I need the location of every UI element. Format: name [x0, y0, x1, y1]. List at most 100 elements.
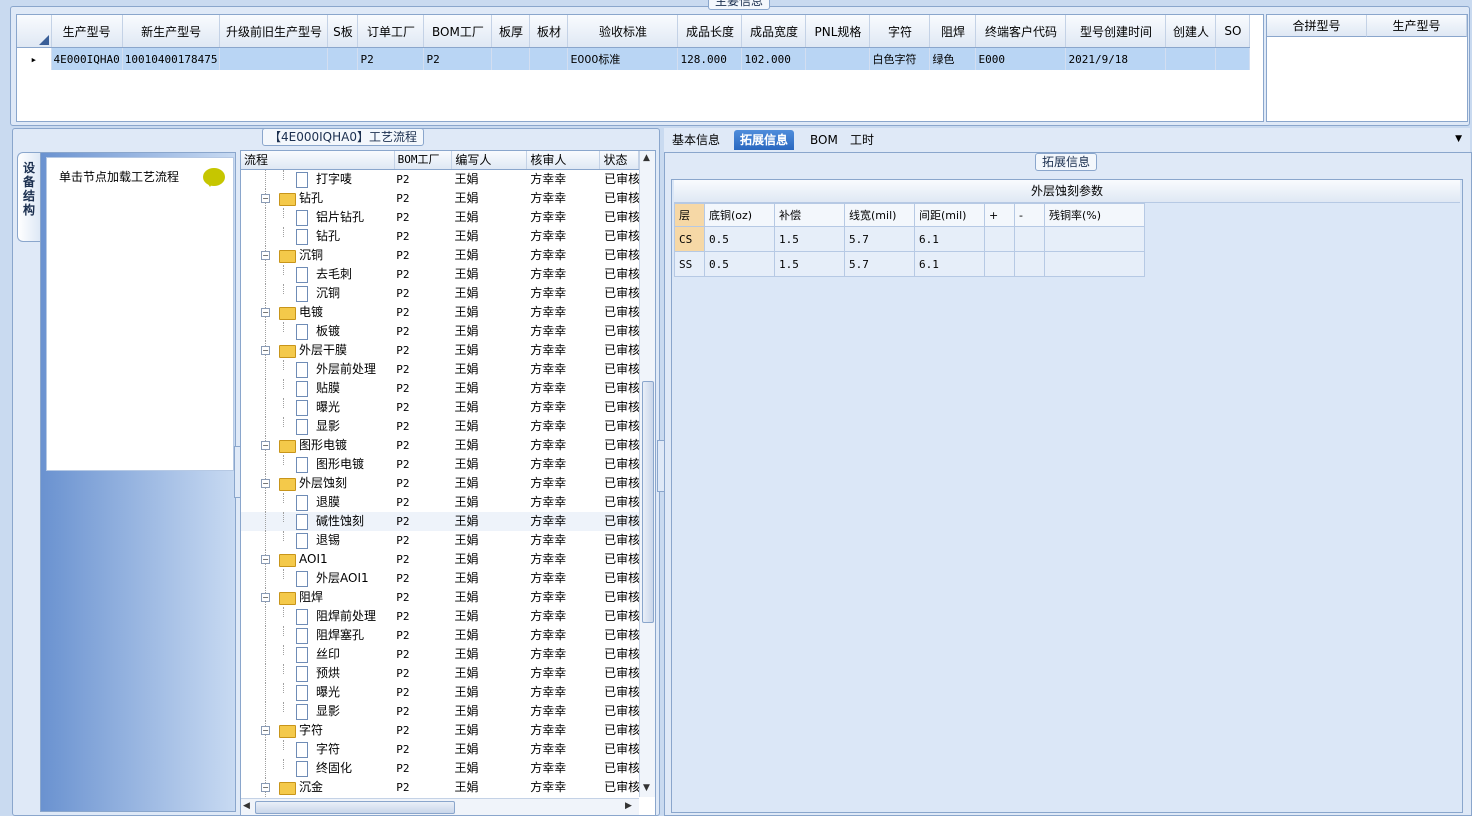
grid-cell[interactable] [327, 47, 359, 70]
tree-row[interactable]: 外层AOI1 P2 王娟 方幸幸 已审核 [241, 569, 639, 588]
param-cell[interactable]: 0.5 [704, 251, 775, 277]
tabs-dropdown-icon[interactable]: ▼ [1455, 134, 1462, 144]
tree-node-cell[interactable]: 板镀 [241, 322, 392, 341]
tree-node-cell[interactable]: − AOI1 [241, 550, 392, 569]
column-header[interactable]: 板厚 [491, 15, 531, 48]
grid-cell[interactable]: 4E000IQHA0 [51, 47, 123, 70]
tree-row[interactable]: − 外层干膜 P2 王娟 方幸幸 已审核 [241, 341, 639, 360]
grid-cell[interactable] [491, 47, 531, 70]
param-cell[interactable]: 1.5 [774, 251, 845, 277]
tree-node-cell[interactable]: 外层前处理 [241, 360, 392, 379]
tree-row[interactable]: 丝印 P2 王娟 方幸幸 已审核 [241, 645, 639, 664]
scroll-right-icon[interactable]: ▶ [625, 801, 632, 811]
tree-row[interactable]: 终固化 P2 王娟 方幸幸 已审核 [241, 759, 639, 778]
tree-node-cell[interactable]: − 图形电镀 [241, 436, 392, 455]
grid-cell[interactable] [1165, 47, 1217, 70]
tree-row[interactable]: − 钻孔 P2 王娟 方幸幸 已审核 [241, 189, 639, 208]
param-cell[interactable] [1014, 226, 1045, 252]
tree-node-cell[interactable]: 字符 [241, 740, 392, 759]
tree-node-cell[interactable]: 钻孔 [241, 227, 392, 246]
grid-cell[interactable]: E000标准 [567, 47, 679, 70]
tree-row[interactable]: 铝片钻孔 P2 王娟 方幸幸 已审核 [241, 208, 639, 227]
column-header[interactable]: 型号创建时间 [1065, 15, 1167, 48]
etch-param-table[interactable]: 外层蚀刻参数 层底铜(oz) 补偿 线宽(mil) 间距(mil) + - 残铜率(%) C… [674, 180, 1460, 277]
param-cell[interactable] [1014, 251, 1045, 277]
row-indicator[interactable]: ▸ [17, 47, 52, 70]
grid-cell[interactable]: 102.000 [741, 47, 807, 70]
tree-row[interactable]: − 字符 P2 王娟 方幸幸 已审核 [241, 721, 639, 740]
tab-ext-info[interactable]: 拓展信息 [734, 130, 795, 150]
tree-row[interactable]: 去毛刺 P2 王娟 方幸幸 已审核 [241, 265, 639, 284]
collapse-toggle-icon[interactable]: − [261, 441, 270, 450]
tree-row[interactable]: − 电镀 P2 王娟 方幸幸 已审核 [241, 303, 639, 322]
grid-cell[interactable]: P2 [423, 47, 493, 70]
scroll-up-icon[interactable]: ▲ [643, 153, 650, 163]
device-structure-tab[interactable]: 设备结构 [17, 152, 42, 242]
tree-row[interactable]: 退膜 P2 王娟 方幸幸 已审核 [241, 493, 639, 512]
tree-node-cell[interactable]: 显影 [241, 417, 392, 436]
tab-work-hours[interactable]: 工时 [844, 130, 880, 150]
param-cell[interactable]: CS [674, 226, 705, 252]
tree-row[interactable]: 阻焊前处理 P2 王娟 方幸幸 已审核 [241, 607, 639, 626]
tree-node-cell[interactable]: 打字唛 [241, 170, 392, 189]
param-cell[interactable]: SS [674, 251, 705, 277]
tree-node-cell[interactable]: 阻焊塞孔 [241, 626, 392, 645]
collapse-toggle-icon[interactable]: − [261, 593, 270, 602]
tree-node-cell[interactable]: 沉铜 [241, 284, 392, 303]
device-tree-area[interactable]: 单击节点加载工艺流程 [46, 157, 234, 471]
column-header[interactable]: 阻焊 [929, 15, 977, 48]
tree-node-cell[interactable]: 铝片钻孔 [241, 208, 392, 227]
tab-basic-info[interactable]: 基本信息 [666, 130, 726, 150]
tree-node-cell[interactable]: 退锡 [241, 531, 392, 550]
column-header[interactable]: 合拼型号 [1267, 15, 1367, 37]
tree-row[interactable]: − 阻焊 P2 王娟 方幸幸 已审核 [241, 588, 639, 607]
tree-row[interactable]: − 沉金 P2 王娟 方幸幸 已审核 [241, 778, 639, 797]
tree-row[interactable]: 曝光 P2 王娟 方幸幸 已审核 [241, 683, 639, 702]
tree-row[interactable]: 打字唛 P2 王娟 方幸幸 已审核 [241, 170, 639, 189]
tree-row[interactable]: 板镀 P2 王娟 方幸幸 已审核 [241, 322, 639, 341]
tree-row[interactable]: 沉铜 P2 王娟 方幸幸 已审核 [241, 284, 639, 303]
param-cell[interactable]: 6.1 [914, 251, 985, 277]
tree-row[interactable]: 曝光 P2 王娟 方幸幸 已审核 [241, 398, 639, 417]
column-header[interactable]: PNL规格 [805, 15, 871, 48]
param-cell[interactable]: 5.7 [844, 251, 915, 277]
column-header[interactable]: 生产型号 [51, 15, 123, 48]
column-header[interactable]: 订单工厂 [357, 15, 425, 48]
tree-node-cell[interactable]: − 沉铜 [241, 246, 392, 265]
collapse-toggle-icon[interactable]: − [261, 194, 270, 203]
tree-node-cell[interactable]: 显影 [241, 702, 392, 721]
column-header[interactable]: BOM工厂 [423, 15, 493, 48]
grid-cell[interactable]: 白色字符 [869, 47, 931, 70]
tree-column-header[interactable]: 编写人 [452, 151, 528, 169]
column-header[interactable]: 升级前旧生产型号 [219, 15, 329, 48]
tree-node-cell[interactable]: − 电镀 [241, 303, 392, 322]
tree-node-cell[interactable]: 碱性蚀刻 [241, 512, 392, 531]
tree-node-cell[interactable]: 去毛刺 [241, 265, 392, 284]
param-cell[interactable] [1044, 226, 1145, 252]
grid-cell[interactable]: E000 [975, 47, 1067, 70]
param-cell[interactable]: 0.5 [704, 226, 775, 252]
collapse-toggle-icon[interactable]: − [261, 783, 270, 792]
column-header[interactable]: 板材 [529, 15, 569, 48]
tree-node-cell[interactable]: 外层AOI1 [241, 569, 392, 588]
column-header[interactable]: 成品宽度 [741, 15, 807, 48]
tree-horizontal-scrollbar[interactable]: ◀ ▶ [241, 798, 639, 815]
tree-row[interactable]: 退锡 P2 王娟 方幸幸 已审核 [241, 531, 639, 550]
param-cell[interactable] [984, 251, 1015, 277]
scroll-left-icon[interactable]: ◀ [243, 801, 250, 811]
tree-column-header[interactable]: BOM工厂 [395, 151, 453, 169]
tree-node-cell[interactable]: 曝光 [241, 398, 392, 417]
column-header[interactable]: 新生产型号 [122, 15, 221, 48]
tree-node-cell[interactable]: − 外层蚀刻 [241, 474, 392, 493]
tree-row[interactable]: 钻孔 P2 王娟 方幸幸 已审核 [241, 227, 639, 246]
param-cell[interactable]: 5.7 [844, 226, 915, 252]
tree-column-header[interactable]: 核审人 [527, 151, 601, 169]
tree-node-cell[interactable]: 阻焊前处理 [241, 607, 392, 626]
column-header[interactable]: 成品长度 [677, 15, 743, 48]
grid-cell[interactable] [1215, 47, 1251, 70]
tree-node-cell[interactable]: 预烘 [241, 664, 392, 683]
tree-node-cell[interactable]: − 外层干膜 [241, 341, 392, 360]
tree-row[interactable]: − 沉铜 P2 王娟 方幸幸 已审核 [241, 246, 639, 265]
param-cell[interactable]: 6.1 [914, 226, 985, 252]
param-cell[interactable] [1044, 251, 1145, 277]
